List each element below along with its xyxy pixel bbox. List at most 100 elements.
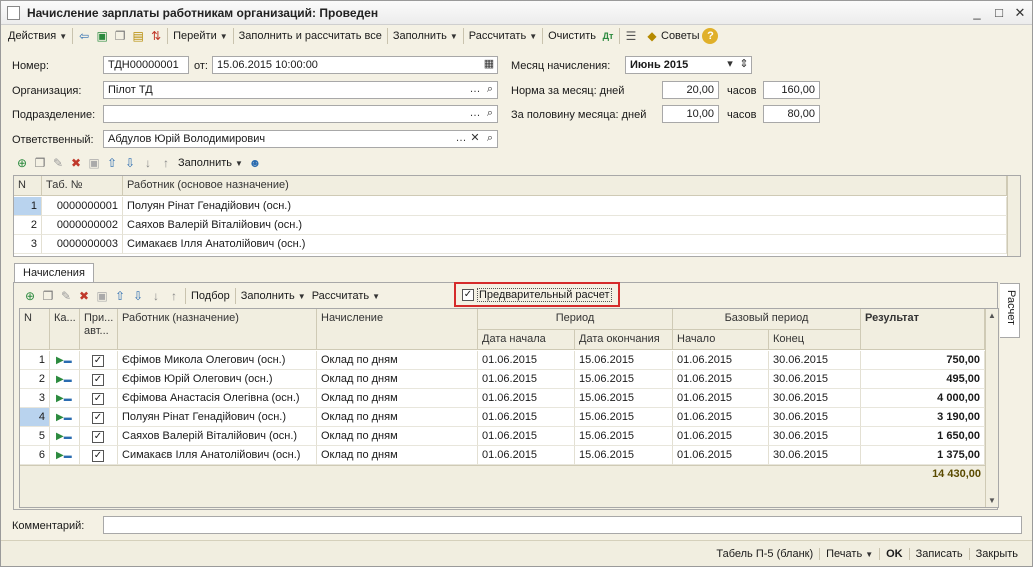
column-header[interactable]: Результат bbox=[861, 309, 985, 350]
table-cell[interactable]: 15.06.2015 bbox=[575, 427, 673, 446]
column-header[interactable]: Начало bbox=[673, 330, 769, 350]
table-cell[interactable]: Полуян Рінат Генадійович (осн.) bbox=[118, 408, 317, 427]
column-header[interactable]: Начисление bbox=[317, 309, 478, 350]
movements-icon[interactable]: ⇅ bbox=[147, 27, 165, 45]
table-cell[interactable]: Єфімов Юрій Олегович (осн.) bbox=[118, 370, 317, 389]
table-cell[interactable]: 01.06.2015 bbox=[478, 351, 575, 370]
table-cell[interactable]: Єфімова Анастасія Олегівна (осн.) bbox=[118, 389, 317, 408]
move-down-icon[interactable]: ⇩ bbox=[129, 287, 147, 305]
close-icon[interactable]: ✕ bbox=[1012, 5, 1028, 21]
move-up-icon[interactable]: ⇧ bbox=[111, 287, 129, 305]
accrual-kind-icon[interactable]: ▶▬ bbox=[50, 446, 80, 465]
sort-desc-icon[interactable]: ↑ bbox=[157, 154, 175, 172]
fill-menu[interactable]: Заполнить ▼ bbox=[390, 26, 461, 46]
table-cell[interactable]: 0000000001 bbox=[42, 197, 123, 216]
move-down-icon[interactable]: ⇩ bbox=[121, 154, 139, 172]
minimize-icon[interactable]: _ bbox=[969, 5, 985, 21]
table-cell[interactable]: 495,00 bbox=[861, 370, 985, 389]
users-icon[interactable]: ☻ bbox=[246, 154, 264, 172]
table-cell[interactable]: 30.06.2015 bbox=[769, 427, 861, 446]
table-cell[interactable]: 1 bbox=[20, 351, 50, 370]
add-icon[interactable]: ⊕ bbox=[21, 287, 39, 305]
table-cell[interactable]: 3 bbox=[14, 235, 42, 254]
column-header[interactable]: N bbox=[14, 176, 42, 196]
comment-field[interactable] bbox=[103, 516, 1022, 534]
copy-icon[interactable]: ❐ bbox=[111, 27, 129, 45]
department-field[interactable] bbox=[103, 105, 498, 123]
table-cell[interactable]: 4 000,00 bbox=[861, 389, 985, 408]
calculate-menu[interactable]: Рассчитать ▼ bbox=[466, 26, 540, 46]
table-cell[interactable]: 01.06.2015 bbox=[673, 427, 769, 446]
tab-calculation[interactable]: Расчет bbox=[1000, 283, 1020, 338]
copy-row-icon[interactable]: ❐ bbox=[31, 154, 49, 172]
table-cell[interactable]: 01.06.2015 bbox=[478, 389, 575, 408]
column-header[interactable]: Ка... bbox=[50, 309, 80, 350]
edit-icon[interactable]: ✎ bbox=[57, 287, 75, 305]
goto-menu[interactable]: Перейти ▼ bbox=[170, 26, 231, 46]
table-cell[interactable]: Симакаєв Ілля Анатолійович (осн.) bbox=[118, 446, 317, 465]
close-button[interactable]: Закрыть bbox=[968, 547, 1024, 560]
print-menu[interactable]: Печать ▼ bbox=[819, 547, 879, 560]
column-header[interactable]: Работник (основое назначение) bbox=[123, 176, 1007, 196]
table-cell[interactable]: 30.06.2015 bbox=[769, 370, 861, 389]
end-edit-icon[interactable]: ▣ bbox=[85, 154, 103, 172]
number-field[interactable]: ТДН00000001 bbox=[103, 56, 189, 74]
accruals-fill-menu[interactable]: Заполнить ▼ bbox=[238, 286, 309, 306]
table-cell[interactable]: 01.06.2015 bbox=[673, 370, 769, 389]
table-cell[interactable]: 30.06.2015 bbox=[769, 389, 861, 408]
auto-checkbox[interactable]: ✓ bbox=[80, 389, 118, 408]
table-cell[interactable]: 1 bbox=[14, 197, 42, 216]
copy-row-icon[interactable]: ❐ bbox=[39, 287, 57, 305]
tab-accruals[interactable]: Начисления bbox=[14, 263, 94, 283]
responsible-field[interactable]: Абдулов Юрій Володимирович bbox=[103, 130, 498, 148]
sort-asc-icon[interactable]: ↓ bbox=[139, 154, 157, 172]
table-cell[interactable]: Полуян Рінат Генадійович (осн.) bbox=[123, 197, 1007, 216]
column-header[interactable]: Конец bbox=[769, 330, 861, 350]
column-header[interactable]: Работник (назначение) bbox=[118, 309, 317, 350]
auto-checkbox[interactable]: ✓ bbox=[80, 446, 118, 465]
column-header[interactable]: Дата окончания bbox=[575, 330, 673, 350]
table-cell[interactable]: 01.06.2015 bbox=[478, 408, 575, 427]
help-icon[interactable]: ? bbox=[702, 28, 719, 44]
search-icon[interactable]: ⌕ bbox=[483, 82, 497, 98]
table-cell[interactable]: 30.06.2015 bbox=[769, 351, 861, 370]
table-cell[interactable]: 01.06.2015 bbox=[673, 351, 769, 370]
column-header[interactable]: Дата начала bbox=[478, 330, 575, 350]
ok-button[interactable]: OK bbox=[879, 547, 909, 560]
half-days-field[interactable]: 10,00 bbox=[662, 105, 719, 123]
edit-icon[interactable]: ✎ bbox=[49, 154, 67, 172]
scrollbar[interactable]: ▲ ▼ bbox=[985, 309, 998, 507]
column-header[interactable]: При... авт... bbox=[80, 309, 118, 350]
table-cell[interactable]: 15.06.2015 bbox=[575, 408, 673, 427]
sort-desc-icon[interactable]: ↑ bbox=[165, 287, 183, 305]
accrual-kind-icon[interactable]: ▶▬ bbox=[50, 427, 80, 446]
add-icon[interactable]: ⊕ bbox=[13, 154, 31, 172]
table-cell[interactable]: 01.06.2015 bbox=[478, 370, 575, 389]
half-hours-field[interactable]: 80,00 bbox=[763, 105, 820, 123]
column-header[interactable]: N bbox=[20, 309, 50, 350]
table-cell[interactable]: Саяхов Валерій Віталійович (осн.) bbox=[123, 216, 1007, 235]
table-cell[interactable]: Оклад по дням bbox=[317, 351, 478, 370]
table-cell[interactable]: 15.06.2015 bbox=[575, 446, 673, 465]
table-cell[interactable]: 4 bbox=[20, 408, 50, 427]
table-cell[interactable]: Єфімов Микола Олегович (осн.) bbox=[118, 351, 317, 370]
accrual-kind-icon[interactable]: ▶▬ bbox=[50, 351, 80, 370]
workers-fill-menu[interactable]: Заполнить ▼ bbox=[175, 153, 246, 173]
organization-field[interactable]: Пілот ТД bbox=[103, 81, 498, 99]
table-cell[interactable]: Оклад по дням bbox=[317, 446, 478, 465]
dropdown-icon[interactable]: ▾ bbox=[723, 57, 737, 73]
table-cell[interactable]: 5 bbox=[20, 427, 50, 446]
debit-credit-icon[interactable]: Дт bbox=[599, 27, 617, 45]
table-cell[interactable]: 1 375,00 bbox=[861, 446, 985, 465]
move-up-icon[interactable]: ⇧ bbox=[103, 154, 121, 172]
table-cell[interactable]: Оклад по дням bbox=[317, 427, 478, 446]
select-ellipsis-icon[interactable]: … bbox=[468, 106, 482, 122]
tabel-button[interactable]: Табель П-5 (бланк) bbox=[710, 548, 819, 560]
table-cell[interactable]: 15.06.2015 bbox=[575, 389, 673, 408]
scroll-up-icon[interactable]: ▲ bbox=[988, 311, 996, 320]
column-header[interactable]: Таб. № bbox=[42, 176, 123, 196]
table-cell[interactable]: 6 bbox=[20, 446, 50, 465]
preliminary-calc-checkbox[interactable]: ✓ Предварительный расчет bbox=[462, 288, 612, 302]
auto-checkbox[interactable]: ✓ bbox=[80, 427, 118, 446]
save-button[interactable]: Записать bbox=[908, 547, 969, 560]
